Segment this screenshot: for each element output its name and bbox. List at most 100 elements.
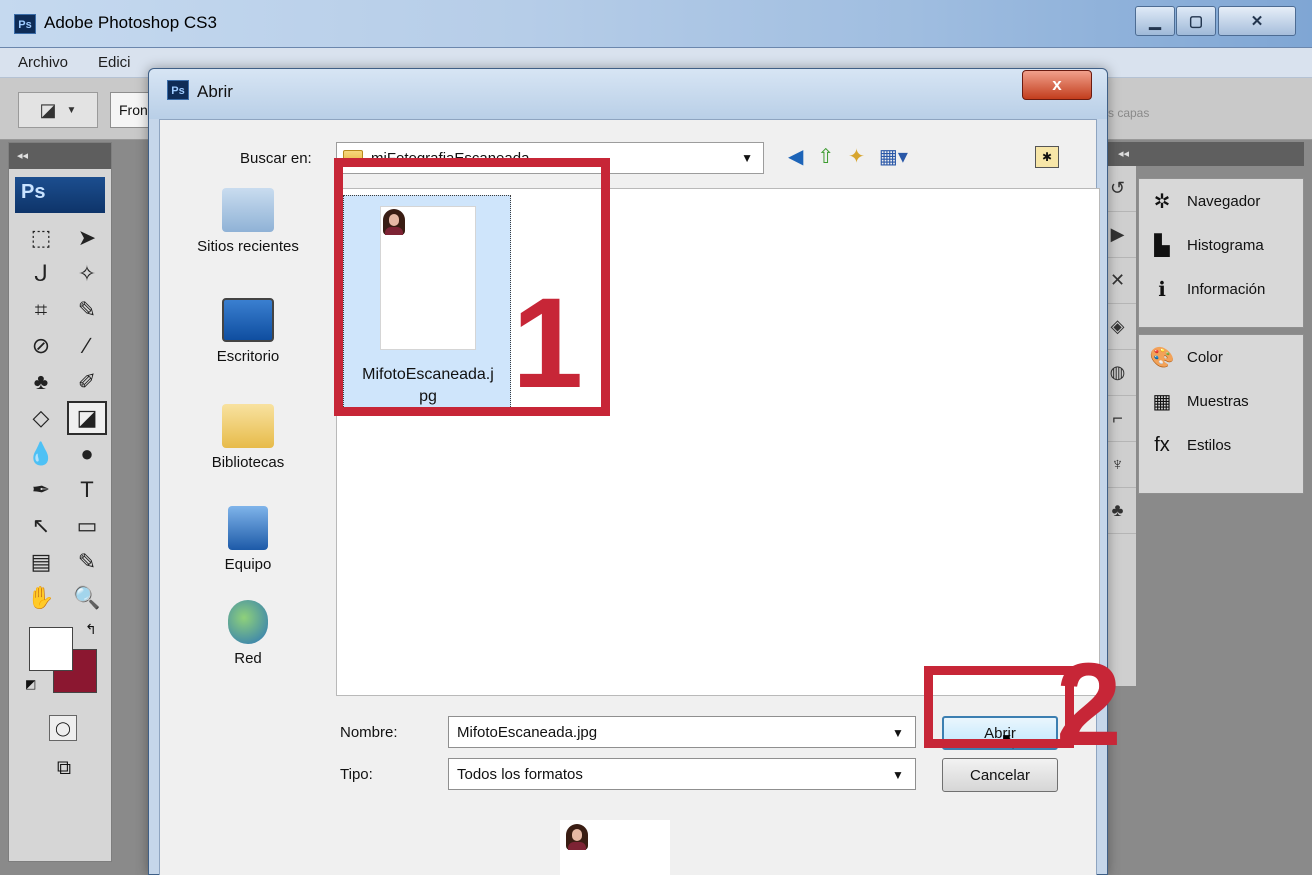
app-titlebar: Ps Adobe Photoshop CS3 ▁ ▢ ✕ <box>0 0 1312 48</box>
path-select-icon[interactable]: ↖ <box>21 509 61 543</box>
toolbox-collapse-icon[interactable]: ◂◂ <box>9 143 111 169</box>
place-recent[interactable]: Sitios recientes <box>178 188 318 255</box>
crop-icon[interactable]: ⌗ <box>21 293 61 327</box>
hand-icon[interactable]: ✋ <box>21 581 61 615</box>
panel-row-histograma[interactable]: ▙ Histograma <box>1139 223 1303 267</box>
blur-icon[interactable]: 💧 <box>21 437 61 471</box>
recent-places-icon <box>222 188 274 232</box>
notes-icon[interactable]: ▤ <box>21 545 61 579</box>
new-folder-icon[interactable]: ✦ <box>848 144 865 169</box>
color-swatches: ↰ ◩ <box>25 621 111 707</box>
move-icon[interactable]: ➤ <box>67 221 107 255</box>
swatches-icon: ▦ <box>1152 390 1172 413</box>
chevron-down-icon[interactable]: ▼ <box>892 768 904 782</box>
tool-grid: ⬚ ➤ ᒍ ✧ ⌗ ✎ ⊘ ∕ ♣ ✐ ◇ ◪ 💧 ● ✒ T ↖ ▭ ▤ ✎ ✋ 🔍 <box>21 221 111 615</box>
photoshop-logo-icon: Ps <box>14 14 36 34</box>
panel-label: Color <box>1187 348 1223 366</box>
file-name-label: Nombre: <box>340 724 398 741</box>
panel-label: Información <box>1187 280 1266 298</box>
panel-label: Estilos <box>1187 436 1232 454</box>
nav-toolbar: ◀ ⇧ ✦ ▦▾ <box>788 144 908 169</box>
desktop-icon <box>222 298 274 342</box>
computer-icon <box>228 506 268 550</box>
chevron-down-icon[interactable]: ▼ <box>892 726 904 740</box>
healing-icon[interactable]: ⊘ <box>21 329 61 363</box>
swap-colors-icon[interactable]: ↰ <box>85 621 97 638</box>
place-desktop[interactable]: Escritorio <box>178 298 318 365</box>
place-libraries[interactable]: Bibliotecas <box>178 404 318 471</box>
open-dialog: Ps Abrir x Buscar en: miFotografiaEscane… <box>148 68 1122 875</box>
dialog-title: Abrir <box>197 82 233 101</box>
panel-label: Navegador <box>1187 192 1261 210</box>
marquee-icon[interactable]: ⬚ <box>21 221 61 255</box>
portrait-preview-icon <box>566 824 588 850</box>
panel-row-estilos[interactable]: fx Estilos <box>1139 423 1303 467</box>
eraser-icon[interactable]: ◇ <box>21 401 61 435</box>
navigator-icon: ✲ <box>1153 190 1171 213</box>
place-label: Equipo <box>224 556 272 573</box>
lasso-icon[interactable]: ᒍ <box>21 257 61 291</box>
close-app-button[interactable]: ✕ <box>1218 6 1296 36</box>
panels-header[interactable]: ◂◂ <box>1098 142 1304 166</box>
quick-mask-icon[interactable]: ◯ <box>49 715 77 741</box>
view-menu-icon[interactable]: ▦▾ <box>879 144 908 169</box>
photoshop-logo-icon: Ps <box>167 80 189 100</box>
chevron-down-icon: ▼ <box>741 151 753 165</box>
place-network[interactable]: Red <box>178 600 318 667</box>
default-colors-icon[interactable]: ◩ <box>25 677 36 691</box>
zoom-icon[interactable]: 🔍 <box>67 581 107 615</box>
panel-row-navegador[interactable]: ✲ Navegador <box>1139 179 1303 223</box>
minimize-button[interactable]: ▁ <box>1135 6 1175 36</box>
slice-icon[interactable]: ✎ <box>67 293 107 327</box>
cancel-button[interactable]: Cancelar <box>942 758 1058 792</box>
type-icon[interactable]: T <box>67 473 107 507</box>
back-icon[interactable]: ◀ <box>788 144 803 169</box>
menu-edicion[interactable]: Edici <box>98 54 131 71</box>
histogram-icon: ▙ <box>1154 234 1170 257</box>
dodge-icon[interactable]: ● <box>67 437 107 471</box>
place-computer[interactable]: Equipo <box>178 506 318 573</box>
eyedropper-icon[interactable]: ✎ <box>67 545 107 579</box>
libraries-icon <box>222 404 274 448</box>
places-bar: Sitios recientes Escritorio Bibliotecas … <box>178 188 318 708</box>
panel-row-información[interactable]: ℹ Información <box>1139 267 1303 311</box>
place-label: Escritorio <box>216 348 280 365</box>
shape-icon[interactable]: ▭ <box>67 509 107 543</box>
chevron-down-icon: ▼ <box>66 104 77 116</box>
place-label: Red <box>234 650 262 667</box>
panel-row-muestras[interactable]: ▦ Muestras <box>1139 379 1303 423</box>
magic-wand-icon[interactable]: ✧ <box>67 257 107 291</box>
dialog-titlebar: Ps Abrir x <box>149 69 1107 119</box>
history-brush-icon[interactable]: ✐ <box>67 365 107 399</box>
brush-icon[interactable]: ∕ <box>67 329 107 363</box>
annotation-box-2 <box>924 666 1074 748</box>
tool-preset-picker[interactable]: ◪ ▼ <box>18 92 98 128</box>
styles-icon: fx <box>1154 433 1170 456</box>
panel-row-color[interactable]: 🎨 Color <box>1139 335 1303 379</box>
file-type-select[interactable]: Todos los formatos <box>448 758 916 790</box>
all-layers-option[interactable]: s capas <box>1108 106 1149 120</box>
menu-archivo[interactable]: Archivo <box>18 54 68 71</box>
panel-label: Histograma <box>1187 236 1264 254</box>
maximize-button[interactable]: ▢ <box>1176 6 1216 36</box>
app-title: Adobe Photoshop CS3 <box>44 13 217 32</box>
panel-group-color: 🎨 Color ▦ Muestras fx Estilos <box>1138 334 1304 494</box>
up-folder-icon[interactable]: ⇧ <box>817 144 834 169</box>
desktop-shortcut-icon[interactable]: ✱ <box>1035 146 1059 168</box>
look-in-label: Buscar en: <box>240 150 312 167</box>
preview-pane <box>560 820 670 875</box>
pen-icon[interactable]: ✒ <box>21 473 61 507</box>
paint-bucket-icon[interactable]: ◪ <box>67 401 107 435</box>
file-name-input[interactable]: MifotoEscaneada.jpg <box>448 716 916 748</box>
network-icon <box>228 600 268 644</box>
toolbox-brand[interactable]: Ps <box>15 177 105 213</box>
toolbox: ◂◂ Ps ⬚ ➤ ᒍ ✧ ⌗ ✎ ⊘ ∕ ♣ ✐ ◇ ◪ 💧 ● ✒ T ↖ ▭ ▤ ✎ ✋ 🔍 ↰ ◩ ◯ ⧉ <box>8 142 112 862</box>
panel-label: Muestras <box>1187 392 1249 410</box>
stamp-icon[interactable]: ♣ <box>21 365 61 399</box>
annotation-number-1: 1 <box>512 272 584 415</box>
annotation-number-2: 2 <box>1056 639 1122 771</box>
panel-group-navigation: ✲ Navegador ▙ Histograma ℹ Información <box>1138 178 1304 328</box>
dialog-close-button[interactable]: x <box>1022 70 1092 100</box>
foreground-color-swatch[interactable] <box>29 627 73 671</box>
screen-mode-icon[interactable]: ⧉ <box>47 753 81 783</box>
